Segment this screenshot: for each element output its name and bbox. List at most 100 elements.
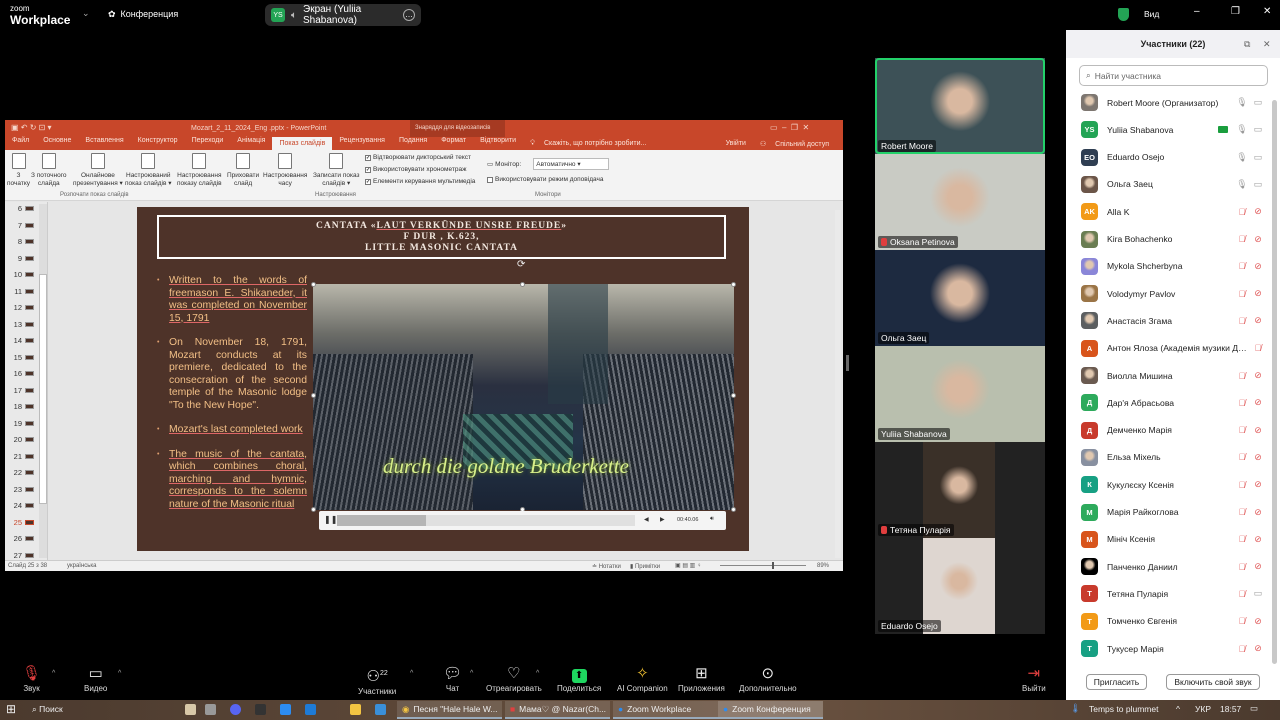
camera-off-icon[interactable]: ⊘ (1250, 234, 1266, 245)
video-tile[interactable]: Eduardo Osejo (875, 538, 1045, 634)
step-back-button[interactable]: ◀ (644, 516, 649, 523)
resize-handle[interactable] (731, 282, 736, 287)
pop-out-icon[interactable]: ⧉ (1244, 30, 1250, 58)
share-button[interactable]: ⚇ Спільний доступ (753, 140, 843, 148)
share-screen-button[interactable]: ⬆ Поделиться (557, 664, 601, 693)
camera-icon[interactable]: ▭ (1250, 124, 1266, 135)
camera-off-icon[interactable]: ⊘ (1250, 479, 1266, 490)
react-button[interactable]: ♡ Отреагировать (486, 664, 542, 693)
mic-muted-icon[interactable]: 🎙̸ (1234, 644, 1250, 654)
camera-off-icon[interactable]: ⊘ (1250, 643, 1266, 654)
participant-row[interactable]: Ельза Міхель 🎙̸ ⊘ (1081, 444, 1266, 471)
comments-button[interactable]: ▮ Примітки (630, 563, 660, 570)
unmute-self-button[interactable]: Включить свой звук (1166, 674, 1260, 690)
meeting-info-button[interactable]: ✿ Конференция (108, 9, 178, 20)
zoom-slider[interactable] (720, 565, 806, 566)
embedded-video[interactable]: durch die goldne Bruderkette (313, 284, 734, 510)
slide-thumbnail[interactable]: 22 (8, 468, 34, 477)
resize-handle[interactable] (731, 393, 736, 398)
ribbon-tab[interactable]: Показ слайдів (272, 137, 333, 150)
camera-off-icon[interactable]: ⊘ (1250, 261, 1266, 272)
mic-icon[interactable]: 🎙︎ (1234, 97, 1250, 108)
video-button[interactable]: ▭ Видео (84, 664, 107, 693)
mic-muted-icon[interactable]: 🎙̸ (1234, 480, 1250, 490)
participant-row[interactable]: Панченко Даниил 🎙̸ ⊘ (1081, 553, 1266, 580)
view-button[interactable]: Вид (1144, 9, 1159, 19)
mic-muted-icon[interactable]: 🎙̸ (1234, 534, 1250, 544)
notes-button[interactable]: ≐ Нотатки (592, 563, 621, 570)
file-explorer-icon[interactable] (350, 704, 361, 715)
ribbon-checkbox[interactable]: ✓ Відтворювати дикторський текст (365, 154, 471, 161)
ribbon-button[interactable]: З поточного слайда (31, 153, 67, 188)
mic-icon[interactable]: 🎙︎ (1234, 179, 1250, 190)
participant-row[interactable]: AK Alla K 🎙̸ ⊘ (1081, 198, 1266, 225)
apps-button[interactable]: ⊞ Приложения (678, 664, 725, 693)
resize-handle[interactable] (311, 282, 316, 287)
mic-muted-icon[interactable]: 🎙̸ (1234, 289, 1250, 299)
participant-row[interactable]: Анастасія Згама 🎙̸ ⊘ (1081, 307, 1266, 334)
slide-thumbnail[interactable]: 23 (8, 485, 34, 494)
camera-icon[interactable]: ▭ (1250, 179, 1266, 190)
view-buttons[interactable]: ▣ ▤ ▥ ♀ (675, 562, 702, 569)
video-options-caret[interactable]: ^ (118, 670, 121, 677)
mic-muted-icon[interactable]: 🎙̸ (1234, 507, 1250, 517)
shield-icon[interactable] (1118, 8, 1129, 21)
slide-thumbnail[interactable]: 20 (8, 435, 34, 444)
participant-row[interactable]: Mykola Shcherbyna 🎙̸ ⊘ (1081, 253, 1266, 280)
mic-muted-icon[interactable]: 🎙̸ (1234, 234, 1250, 244)
participant-row[interactable]: М Марія Райкоглова 🎙̸ ⊘ (1081, 499, 1266, 526)
participant-row[interactable]: Kira Bohachenko 🎙̸ ⊘ (1081, 226, 1266, 253)
thumbnail-scrollbar[interactable] (39, 204, 47, 558)
react-options-caret[interactable]: ^ (536, 670, 539, 677)
resize-handle[interactable] (311, 507, 316, 512)
participant-row[interactable]: Т Тукусер Марія 🎙̸ ⊘ (1081, 635, 1266, 662)
ribbon-tab[interactable]: Файл (5, 137, 36, 150)
participant-row[interactable]: Д Дар'я Абрасьова 🎙̸ ⊘ (1081, 389, 1266, 416)
terminal-icon[interactable] (255, 704, 266, 715)
slide-thumbnail[interactable]: 15 (8, 353, 34, 362)
quick-access-icons[interactable]: ▣ ↶ ↻ ⊡ ▾ (11, 123, 52, 132)
mail-icon[interactable] (280, 704, 291, 715)
resize-handle[interactable] (311, 393, 316, 398)
mic-muted-icon[interactable]: 🎙̸ (1250, 343, 1266, 353)
participant-row[interactable]: YS Yuliia Shabanova 🎙︎ ▭ (1081, 116, 1266, 143)
close-panel-icon[interactable]: ✕ (1263, 30, 1271, 58)
participant-row[interactable]: EO Eduardo Osejo 🎙︎ ▭ (1081, 144, 1266, 171)
audio-button[interactable]: 🎙︎ Звук (22, 664, 41, 693)
tray-chevron-icon[interactable]: ^ (1176, 704, 1180, 714)
step-forward-button[interactable]: ▶ (660, 516, 665, 523)
windows-start-icon[interactable]: ⊞ (6, 702, 16, 716)
invite-button[interactable]: Пригласить (1086, 674, 1147, 690)
monitor-selector[interactable]: ▭ Монітор: Автоматично ▾ (487, 158, 610, 170)
slide-thumbnail[interactable]: 10 (8, 270, 34, 279)
participants-options-caret[interactable]: ^ (410, 670, 413, 677)
monitor-dropdown[interactable]: Автоматично ▾ (533, 158, 610, 170)
slide-thumbnail[interactable]: 16 (8, 369, 34, 378)
ribbon-button[interactable]: Настроюваний показ слайдів ▾ (125, 153, 172, 188)
participant-row[interactable]: Ольга Заец 🎙︎ ▭ (1081, 171, 1266, 198)
screen-share-indicator[interactable]: YS 🔈︎ Экран (Yuliia Shabanova) … (265, 4, 421, 26)
slide-thumbnail[interactable]: 7 (8, 221, 34, 230)
mic-muted-icon[interactable]: 🎙̸ (1234, 562, 1250, 572)
sign-in-link[interactable]: Увійти (719, 140, 753, 147)
taskbar-search[interactable]: ⌕ Поиск (32, 704, 63, 715)
camera-off-icon[interactable]: ⊘ (1250, 616, 1266, 627)
volume-icon[interactable]: 🔊︎ (710, 516, 714, 523)
slide-thumbnail[interactable]: 13 (8, 320, 34, 329)
resize-handle[interactable] (731, 507, 736, 512)
video-tile[interactable]: Тетяна Пуларія (875, 442, 1045, 538)
ribbon-tab[interactable]: Конструктор (131, 137, 185, 150)
chat-options-caret[interactable]: ^ (470, 670, 473, 677)
participant-row[interactable]: К Кукулєску Ксенія 🎙̸ ⊘ (1081, 471, 1266, 498)
camera-off-icon[interactable]: ⊘ (1250, 425, 1266, 436)
ribbon-button[interactable]: Записати показ слайдів ▾ (313, 153, 359, 188)
ribbon-checkbox[interactable]: ✓ Використовувати хронометраж (365, 166, 466, 173)
window-buttons[interactable]: ▭ – ❐ ✕ (770, 123, 809, 132)
rotate-handle-icon[interactable]: ⟳ (517, 259, 525, 270)
mic-icon[interactable]: 🎙︎ (1234, 152, 1250, 163)
ribbon-tab[interactable]: Анімація (230, 137, 272, 150)
slide-bullets[interactable]: Written to the words of freemason E. Shi… (157, 275, 307, 523)
mic-muted-icon[interactable]: 🎙̸ (1234, 398, 1250, 408)
taskbar-item-zoom-meeting[interactable]: ● Zoom Конференция (718, 701, 823, 719)
video-tile[interactable]: Robert Moore (875, 58, 1045, 154)
